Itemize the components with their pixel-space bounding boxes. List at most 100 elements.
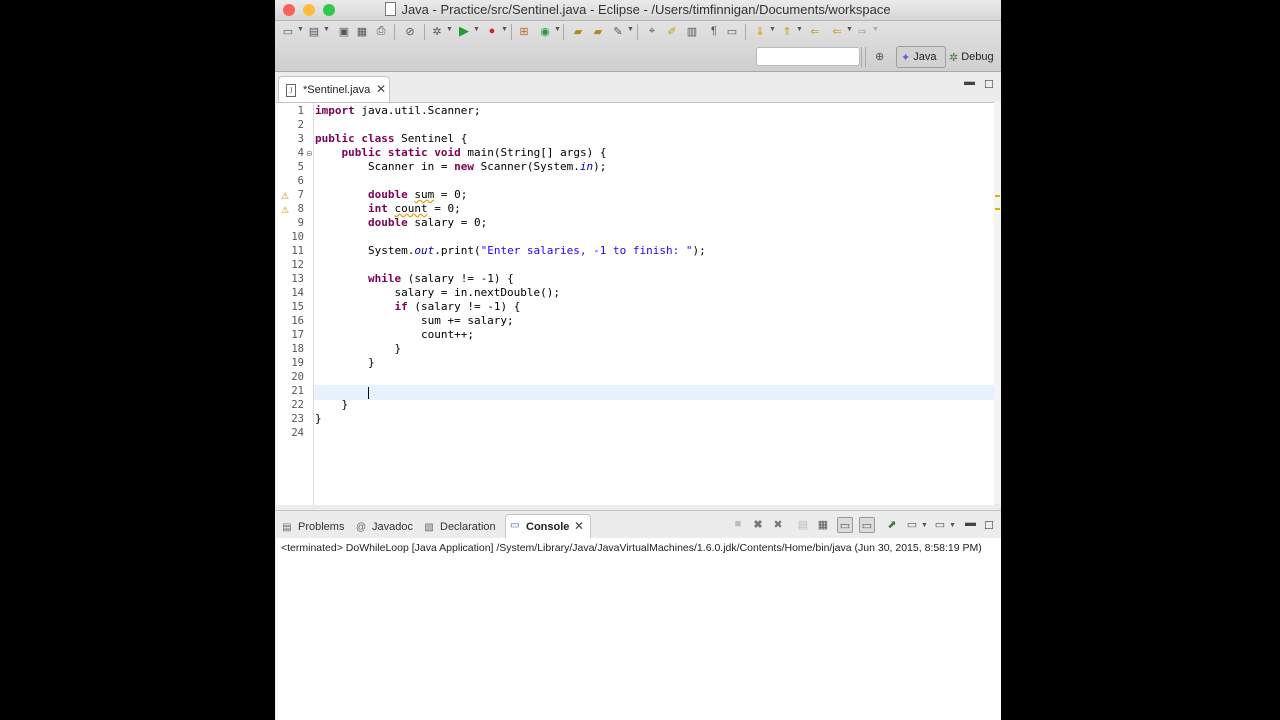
code-line[interactable]: while (salary != -1) {	[315, 272, 514, 286]
chevron-down-icon[interactable]: ▼	[846, 26, 853, 33]
code-editor[interactable]: ⚠ ⚠ ⊖ 1 2 3 4 5 6 7 8 9 10 11 12 13 14 1…	[276, 102, 994, 505]
clear-console-icon[interactable]: ▤	[796, 517, 810, 531]
forward-icon[interactable]: ⇒	[855, 24, 869, 38]
tab-declaration[interactable]: ▧ Declaration	[423, 517, 495, 537]
line-number: 20	[291, 371, 304, 383]
line-number: 6	[297, 175, 304, 187]
block-selection-icon[interactable]: ▥	[685, 24, 699, 38]
back-icon[interactable]: ⇐	[830, 24, 844, 38]
chevron-down-icon[interactable]: ▼	[796, 26, 803, 33]
code-line[interactable]: }	[315, 412, 322, 426]
java-perspective-button[interactable]: ✦ Java	[896, 46, 946, 68]
chevron-down-icon[interactable]: ▼	[473, 26, 480, 33]
code-line[interactable]: }	[315, 356, 375, 370]
show-console-on-output-icon[interactable]: ▭	[837, 517, 853, 533]
tab-console[interactable]: ▭ Console ✕	[505, 514, 591, 539]
run-icon[interactable]: ▶	[457, 23, 471, 38]
word-wrap-icon[interactable]: ▭	[725, 24, 739, 38]
last-edit-location-icon[interactable]: ⇐	[808, 24, 822, 38]
code-line[interactable]: public static void main(String[] args) {	[315, 146, 607, 160]
print-icon[interactable]: ⎙	[374, 24, 388, 38]
save-all-icon[interactable]: ▦	[355, 24, 369, 38]
code-line[interactable]: count++;	[315, 328, 474, 342]
tab-sentinel-java[interactable]: J *Sentinel.java ✕	[278, 76, 390, 103]
main-toolbar: ▭ ▼ ▤ ▼ ▣ ▦ ⎙ ⊘ ✲ ▼ ▶ ▼ ● ▼ ⊞ ◉ ▼ ▰ ▰ ✎ ▼ ⌖ ✐ ▥…	[275, 21, 1001, 72]
debug-perspective-button[interactable]: ✲ Debug	[949, 48, 1001, 66]
line-number: 23	[291, 413, 304, 425]
line-number: 12	[291, 259, 304, 271]
remove-all-terminated-icon[interactable]: ✖	[771, 517, 785, 531]
tab-javadoc[interactable]: @ Javadoc	[355, 517, 413, 537]
console-output[interactable]: <terminated> DoWhileLoop [Java Applicati…	[276, 538, 1001, 720]
chevron-down-icon[interactable]: ▼	[769, 26, 776, 33]
save-icon[interactable]: ▣	[337, 24, 351, 38]
remove-launch-icon[interactable]: ✖	[751, 517, 765, 531]
previous-annotation-icon[interactable]: ⇑	[780, 24, 794, 38]
quick-access-input[interactable]	[756, 47, 860, 66]
pin-console-icon[interactable]: ⬈	[885, 517, 899, 531]
chevron-down-icon[interactable]: ▼	[446, 26, 453, 33]
file-icon	[385, 2, 397, 16]
chevron-down-icon[interactable]: ▼	[921, 522, 928, 529]
minimize-icon[interactable]: ▬	[965, 517, 976, 529]
code-line[interactable]: }	[315, 342, 401, 356]
warning-marker[interactable]	[995, 195, 1000, 197]
toggle-mark-occurrences-icon[interactable]: ⌖	[645, 24, 659, 38]
open-perspective-icon[interactable]: ⊕	[875, 50, 889, 64]
maximize-icon[interactable]: ☐	[984, 78, 994, 91]
skip-breakpoints-icon[interactable]: ⊘	[403, 24, 417, 38]
code-line[interactable]: if (salary != -1) {	[315, 300, 520, 314]
minimize-icon[interactable]: ▬	[964, 76, 975, 88]
open-type-icon[interactable]: ▰	[591, 24, 605, 38]
chevron-down-icon[interactable]: ▼	[627, 26, 634, 33]
new-icon[interactable]: ▭	[281, 24, 295, 38]
warning-marker[interactable]	[995, 208, 1000, 210]
chevron-down-icon[interactable]: ▼	[872, 26, 879, 33]
run-external-tools-icon[interactable]: ●	[485, 24, 499, 38]
line-number: 17	[291, 329, 304, 341]
close-icon[interactable]: ✕	[376, 82, 386, 96]
scroll-lock-icon[interactable]: ▦	[816, 517, 830, 531]
show-console-on-error-icon[interactable]: ▭	[859, 517, 875, 533]
display-selected-console-icon[interactable]: ▭	[905, 517, 919, 531]
code-line[interactable]: sum += salary;	[315, 314, 514, 328]
code-line[interactable]: }	[315, 398, 348, 412]
line-number: 16	[291, 315, 304, 327]
search-icon[interactable]: ✎	[611, 24, 625, 38]
chevron-down-icon[interactable]: ▼	[554, 26, 561, 33]
highlight-icon[interactable]: ✐	[665, 24, 679, 38]
fold-icon[interactable]: ⊖	[306, 149, 313, 158]
code-line[interactable]: int count = 0;	[315, 202, 461, 216]
declaration-icon: ▧	[424, 521, 434, 533]
debug-icon[interactable]: ✲	[430, 24, 444, 38]
java-file-icon: J	[286, 84, 296, 97]
open-console-icon[interactable]: ▭	[933, 517, 947, 531]
next-annotation-icon[interactable]: ⇓	[753, 24, 767, 38]
console-icon: ▭	[510, 520, 520, 531]
chevron-down-icon[interactable]: ▼	[323, 26, 330, 33]
close-icon[interactable]: ✕	[574, 519, 584, 533]
new-type-icon[interactable]: ▤	[307, 24, 321, 38]
text-caret	[368, 387, 369, 399]
chevron-down-icon[interactable]: ▼	[297, 26, 304, 33]
chevron-down-icon[interactable]: ▼	[501, 26, 508, 33]
overview-ruler[interactable]	[994, 102, 1001, 504]
code-line[interactable]: import java.util.Scanner;	[315, 104, 481, 118]
code-line[interactable]: double salary = 0;	[315, 216, 487, 230]
new-java-package-icon[interactable]: ⊞	[517, 24, 531, 38]
toolbar-separator	[424, 24, 425, 40]
terminate-icon[interactable]: ■	[731, 517, 745, 531]
open-folder-icon[interactable]: ▰	[571, 24, 585, 38]
code-line[interactable]: double sum = 0;	[315, 188, 467, 202]
chevron-down-icon[interactable]: ▼	[949, 522, 956, 529]
show-whitespace-icon[interactable]: ¶	[707, 24, 721, 38]
maximize-icon[interactable]: ☐	[984, 519, 994, 532]
coverage-icon[interactable]: ◉	[538, 24, 552, 38]
code-line[interactable]: salary = in.nextDouble();	[315, 286, 560, 300]
tab-problems[interactable]: ▤ Problems	[281, 517, 344, 537]
code-line[interactable]: public class Sentinel {	[315, 132, 467, 146]
code-line[interactable]: Scanner in = new Scanner(System.in);	[315, 160, 606, 174]
code-line[interactable]: System.out.print("Enter salaries, -1 to …	[315, 244, 706, 258]
editor-tab-bar: J *Sentinel.java ✕ ▬ ☐	[275, 72, 1001, 103]
debug-perspective-icon: ✲	[949, 51, 959, 64]
